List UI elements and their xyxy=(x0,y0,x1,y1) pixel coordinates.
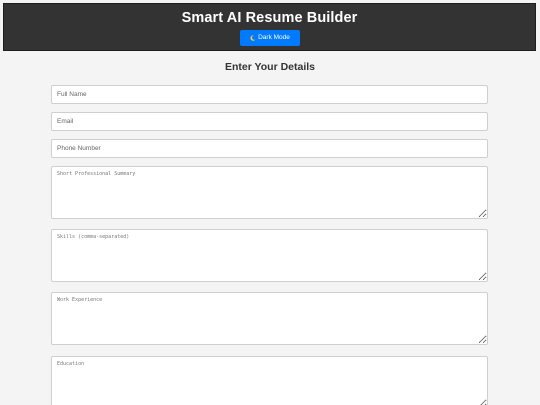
summary-textarea[interactable] xyxy=(51,166,488,219)
moon-icon xyxy=(250,35,256,41)
skills-textarea[interactable] xyxy=(51,229,488,282)
form-title: Enter Your Details xyxy=(224,61,316,73)
education-textarea[interactable] xyxy=(51,356,488,405)
dark-mode-label: Dark Mode xyxy=(258,34,290,41)
full-name-input[interactable] xyxy=(51,85,488,104)
app-title: Smart AI Resume Builder xyxy=(181,10,358,26)
phone-input[interactable] xyxy=(51,139,488,158)
email-input[interactable] xyxy=(51,112,488,131)
dark-mode-toggle-button[interactable]: Dark Mode xyxy=(240,30,300,46)
page: Smart AI Resume Builder Dark Mode Enter … xyxy=(0,0,540,405)
app-header: Smart AI Resume Builder Dark Mode xyxy=(3,3,536,51)
work-experience-textarea[interactable] xyxy=(51,292,488,345)
